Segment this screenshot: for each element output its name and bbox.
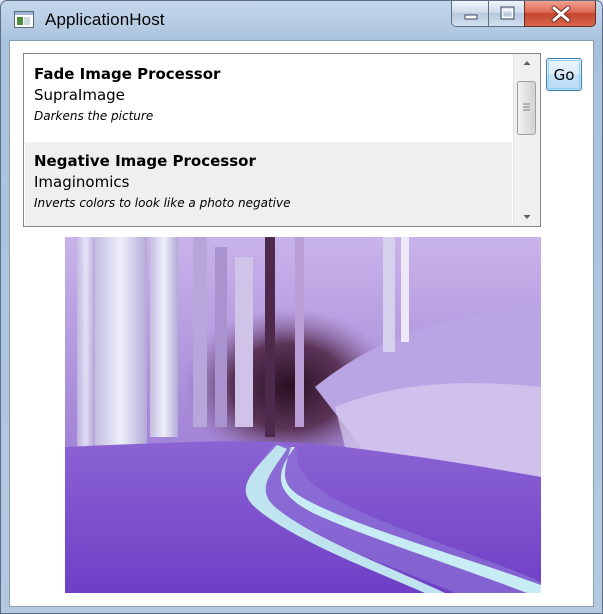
- list-item[interactable]: Negative Image Processor Imaginomics Inv…: [25, 142, 512, 226]
- processor-name: Negative Image Processor: [34, 152, 256, 170]
- application-window-icon: [14, 11, 34, 28]
- application-window: ApplicationHost Fade Image Processor Sup…: [0, 0, 603, 614]
- negative-forest-road-image: [65, 237, 541, 593]
- processor-vendor: SupraImage: [34, 86, 125, 104]
- processor-vendor: Imaginomics: [34, 173, 130, 191]
- vertical-scrollbar[interactable]: [513, 54, 540, 226]
- window-title: ApplicationHost: [45, 10, 165, 29]
- caption-buttons: [451, 1, 597, 27]
- scroll-down-button[interactable]: [514, 208, 540, 226]
- minimize-icon: [464, 14, 478, 20]
- title-bar[interactable]: ApplicationHost: [1, 1, 602, 39]
- maximize-icon: [500, 6, 515, 20]
- arrow-down-icon: [523, 215, 531, 219]
- client-area: Fade Image Processor SupraImage Darkens …: [9, 40, 594, 607]
- processor-listbox[interactable]: Fade Image Processor SupraImage Darkens …: [23, 53, 541, 227]
- grip-icon: [523, 103, 530, 111]
- processor-description: Darkens the picture: [34, 109, 154, 123]
- arrow-up-icon: [523, 61, 531, 65]
- scroll-thumb[interactable]: [517, 81, 536, 135]
- minimize-button[interactable]: [451, 1, 489, 27]
- close-icon: [551, 5, 571, 23]
- list-item[interactable]: Fade Image Processor SupraImage Darkens …: [25, 55, 512, 142]
- maximize-button[interactable]: [488, 1, 525, 27]
- go-button[interactable]: Go: [546, 58, 582, 91]
- processor-description: Inverts colors to look like a photo nega…: [34, 196, 291, 210]
- processor-name: Fade Image Processor: [34, 65, 221, 83]
- scroll-up-button[interactable]: [514, 54, 540, 72]
- close-button[interactable]: [524, 1, 596, 27]
